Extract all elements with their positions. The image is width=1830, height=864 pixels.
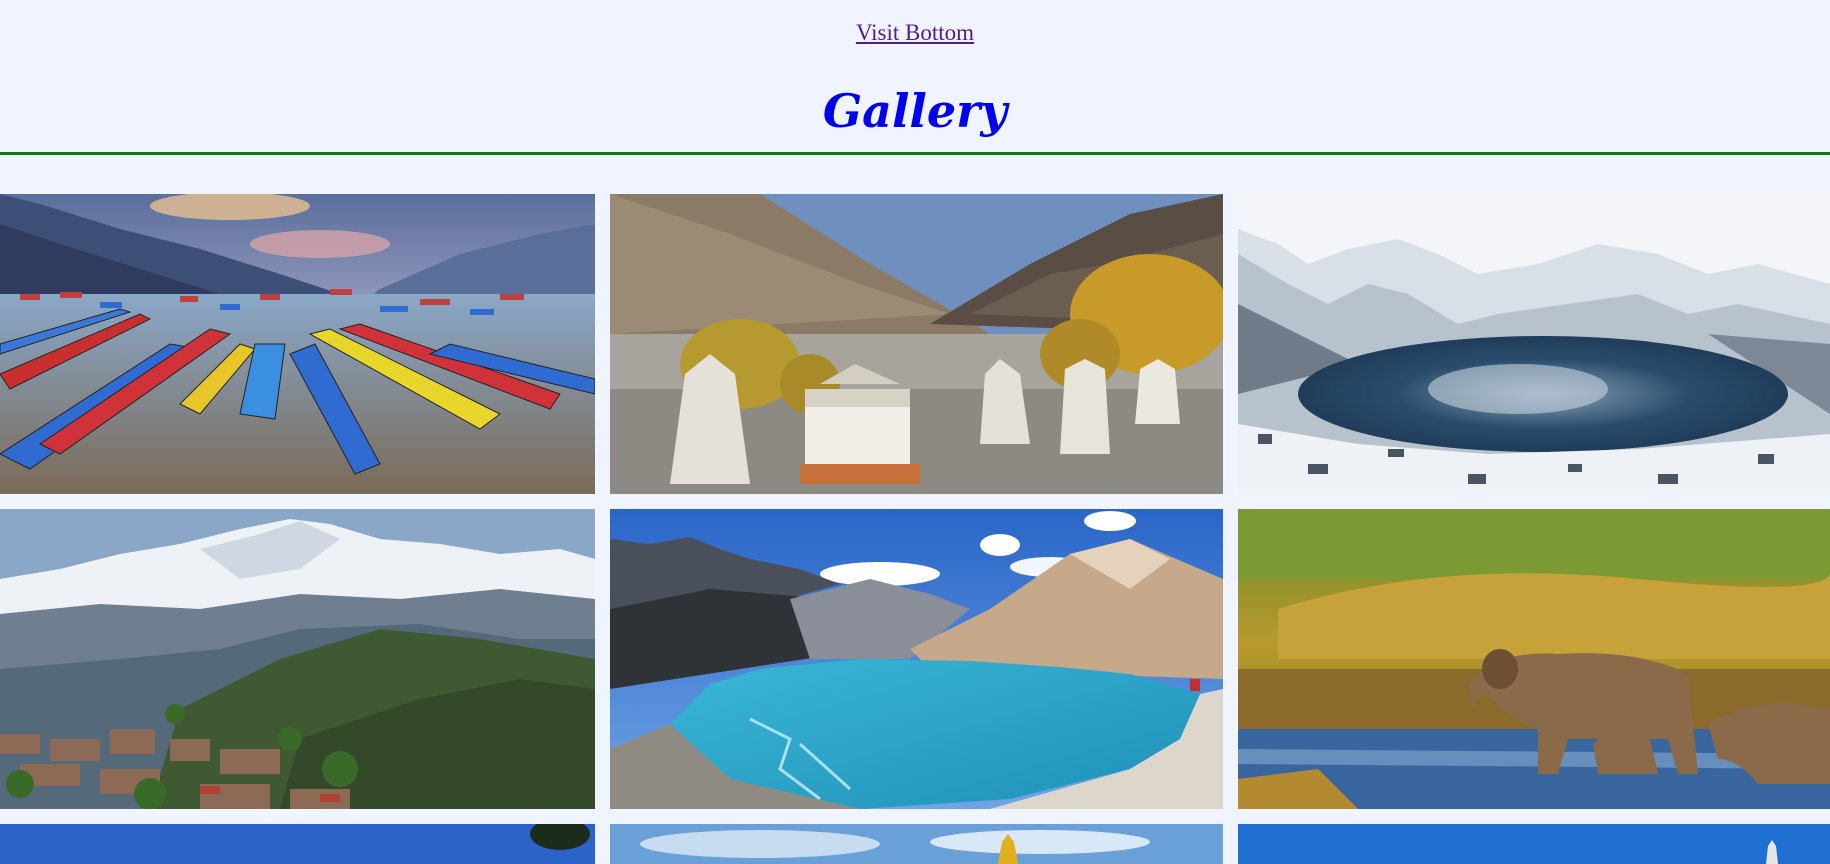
gallery-image-row3-3[interactable] — [1238, 824, 1830, 864]
himalaya-village-image — [0, 509, 595, 809]
gallery-image-himalaya-village[interactable] — [0, 509, 595, 809]
blue-sky-tree-image — [0, 824, 595, 864]
gallery-image-row3-2[interactable] — [610, 824, 1223, 864]
gallery-image-glacier-lake[interactable] — [610, 509, 1223, 809]
gallery-image-elephants[interactable] — [1238, 509, 1830, 809]
gallery-image-boats[interactable] — [0, 194, 595, 494]
glacier-lake-image — [610, 509, 1223, 809]
gallery-image-stupas[interactable] — [610, 194, 1223, 494]
stupas-valley-image — [610, 194, 1223, 494]
frozen-lake-image — [1238, 194, 1830, 494]
blue-sky-spire-image — [1238, 824, 1830, 864]
image-gallery — [0, 0, 1830, 864]
elephants-river-image — [1238, 509, 1830, 809]
stupa-spire-image — [610, 824, 1223, 864]
gallery-image-frozen-lake[interactable] — [1238, 194, 1830, 494]
boats-lake-image — [0, 194, 595, 494]
gallery-image-row3-1[interactable] — [0, 824, 595, 864]
